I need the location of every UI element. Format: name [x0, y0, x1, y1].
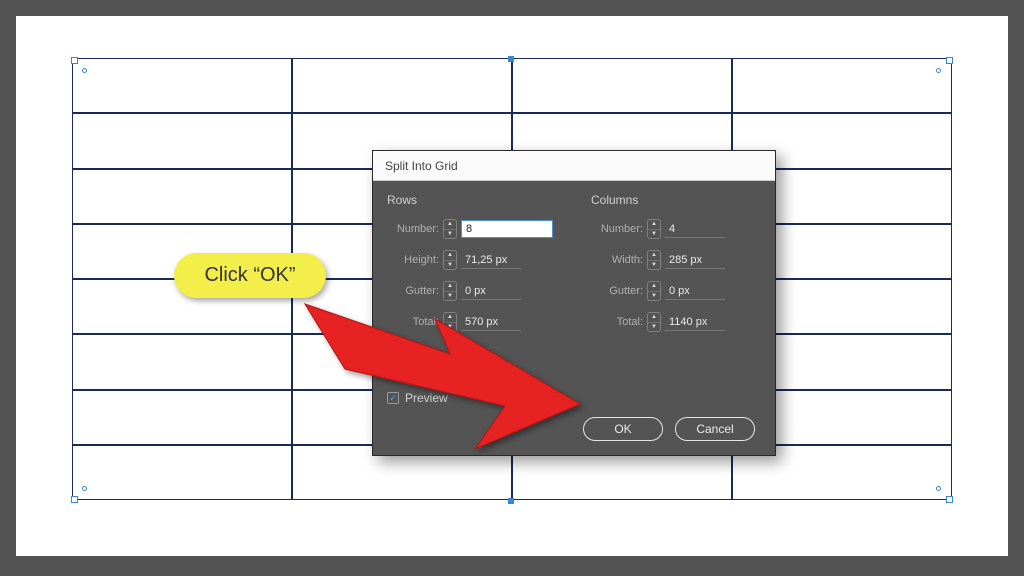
chevron-down-icon[interactable]: ▼ — [648, 261, 660, 270]
rows-height-value[interactable]: 71,25 px — [461, 252, 521, 269]
preview-row[interactable]: Preview — [387, 391, 761, 405]
grid-cell — [72, 58, 292, 113]
selection-anchor-icon[interactable] — [936, 68, 941, 73]
split-into-grid-dialog: Split Into Grid Rows Number: ▲ ▼ Heigh — [372, 150, 776, 456]
selection-anchor-icon[interactable] — [82, 68, 87, 73]
chevron-up-icon[interactable]: ▲ — [648, 220, 660, 230]
chevron-down-icon[interactable]: ▼ — [648, 323, 660, 332]
grid-cell — [72, 113, 292, 168]
rows-group: Rows Number: ▲ ▼ Height: ▲ ▼ — [387, 193, 557, 343]
grid-cell — [512, 58, 732, 113]
columns-number-stepper[interactable]: ▲ ▼ — [647, 219, 661, 239]
columns-width-value[interactable]: 285 px — [665, 252, 725, 269]
grid-cell — [732, 58, 952, 113]
preview-label: Preview — [405, 391, 448, 405]
dialog-body: Rows Number: ▲ ▼ Height: ▲ ▼ — [373, 181, 775, 455]
rows-height-label: Height: — [387, 254, 443, 266]
columns-total-value[interactable]: 1140 px — [665, 314, 725, 331]
columns-gutter-value[interactable]: 0 px — [665, 283, 725, 300]
dialog-title-bar[interactable]: Split Into Grid — [373, 151, 775, 181]
columns-gutter-label: Gutter: — [591, 285, 647, 297]
columns-gutter-row: Gutter: ▲ ▼ 0 px — [591, 281, 761, 301]
columns-number-row: Number: ▲ ▼ 4 — [591, 219, 761, 239]
rows-height-row: Height: ▲ ▼ 71,25 px — [387, 250, 557, 270]
cancel-button[interactable]: Cancel — [675, 417, 755, 441]
rows-number-stepper[interactable]: ▲ ▼ — [443, 219, 457, 239]
instruction-callout: Click “OK” — [174, 253, 326, 298]
chevron-up-icon[interactable]: ▲ — [648, 282, 660, 292]
selection-handle-icon[interactable] — [946, 57, 953, 64]
selection-anchor-icon[interactable] — [82, 486, 87, 491]
selection-handle-icon[interactable] — [71, 57, 78, 64]
columns-total-stepper[interactable]: ▲ ▼ — [647, 312, 661, 332]
rows-gutter-value[interactable]: 0 px — [461, 283, 521, 300]
rows-number-input[interactable] — [461, 220, 553, 238]
chevron-up-icon[interactable]: ▲ — [648, 313, 660, 323]
chevron-down-icon[interactable]: ▼ — [444, 230, 456, 239]
grid-cell — [292, 58, 512, 113]
rows-gutter-row: Gutter: ▲ ▼ 0 px — [387, 281, 557, 301]
ok-button-label: OK — [614, 422, 631, 436]
columns-total-row: Total: ▲ ▼ 1140 px — [591, 312, 761, 332]
chevron-up-icon[interactable]: ▲ — [444, 251, 456, 261]
chevron-down-icon[interactable]: ▼ — [648, 230, 660, 239]
rows-total-value[interactable]: 570 px — [461, 314, 521, 331]
columns-gutter-stepper[interactable]: ▲ ▼ — [647, 281, 661, 301]
preview-checkbox[interactable] — [387, 392, 399, 404]
columns-number-label: Number: — [591, 223, 647, 235]
rows-total-row: Total: ▲ ▼ 570 px — [387, 312, 557, 332]
rows-number-row: Number: ▲ ▼ — [387, 219, 557, 239]
rows-total-stepper[interactable]: ▲ ▼ — [443, 312, 457, 332]
artboard: Click “OK” Split Into Grid Rows Number: … — [16, 16, 1008, 556]
columns-width-stepper[interactable]: ▲ ▼ — [647, 250, 661, 270]
columns-number-value[interactable]: 4 — [665, 221, 725, 238]
grid-cell — [72, 334, 292, 389]
rows-number-label: Number: — [387, 223, 443, 235]
chevron-up-icon[interactable]: ▲ — [648, 251, 660, 261]
ok-button[interactable]: OK — [583, 417, 663, 441]
selection-mid-handle-icon[interactable] — [508, 56, 514, 62]
dialog-title-text: Split Into Grid — [385, 159, 458, 173]
chevron-down-icon[interactable]: ▼ — [444, 261, 456, 270]
chevron-down-icon[interactable]: ▼ — [648, 292, 660, 301]
selection-handle-icon[interactable] — [946, 496, 953, 503]
columns-width-row: Width: ▲ ▼ 285 px — [591, 250, 761, 270]
grid-cell — [72, 445, 292, 500]
grid-cell — [72, 390, 292, 445]
columns-group: Columns Number: ▲ ▼ 4 Width: ▲ ▼ — [591, 193, 761, 343]
add-guides-row[interactable]: Add Guides — [387, 351, 761, 365]
rows-group-title: Rows — [387, 193, 557, 207]
chevron-up-icon[interactable]: ▲ — [444, 220, 456, 230]
columns-group-title: Columns — [591, 193, 761, 207]
rows-height-stepper[interactable]: ▲ ▼ — [443, 250, 457, 270]
columns-total-label: Total: — [591, 316, 647, 328]
chevron-up-icon[interactable]: ▲ — [444, 282, 456, 292]
columns-width-label: Width: — [591, 254, 647, 266]
selection-handle-icon[interactable] — [71, 496, 78, 503]
dialog-button-row: OK Cancel — [583, 417, 755, 441]
cancel-button-label: Cancel — [696, 422, 733, 436]
rows-total-label: Total: — [387, 316, 443, 328]
add-guides-label: Add Guides — [405, 351, 468, 365]
instruction-callout-text: Click “OK” — [204, 264, 295, 287]
chevron-down-icon[interactable]: ▼ — [444, 292, 456, 301]
grid-cell — [72, 169, 292, 224]
rows-gutter-stepper[interactable]: ▲ ▼ — [443, 281, 457, 301]
selection-mid-handle-icon[interactable] — [508, 498, 514, 504]
chevron-up-icon[interactable]: ▲ — [444, 313, 456, 323]
rows-gutter-label: Gutter: — [387, 285, 443, 297]
selection-anchor-icon[interactable] — [936, 486, 941, 491]
chevron-down-icon[interactable]: ▼ — [444, 323, 456, 332]
add-guides-checkbox[interactable] — [387, 352, 399, 364]
